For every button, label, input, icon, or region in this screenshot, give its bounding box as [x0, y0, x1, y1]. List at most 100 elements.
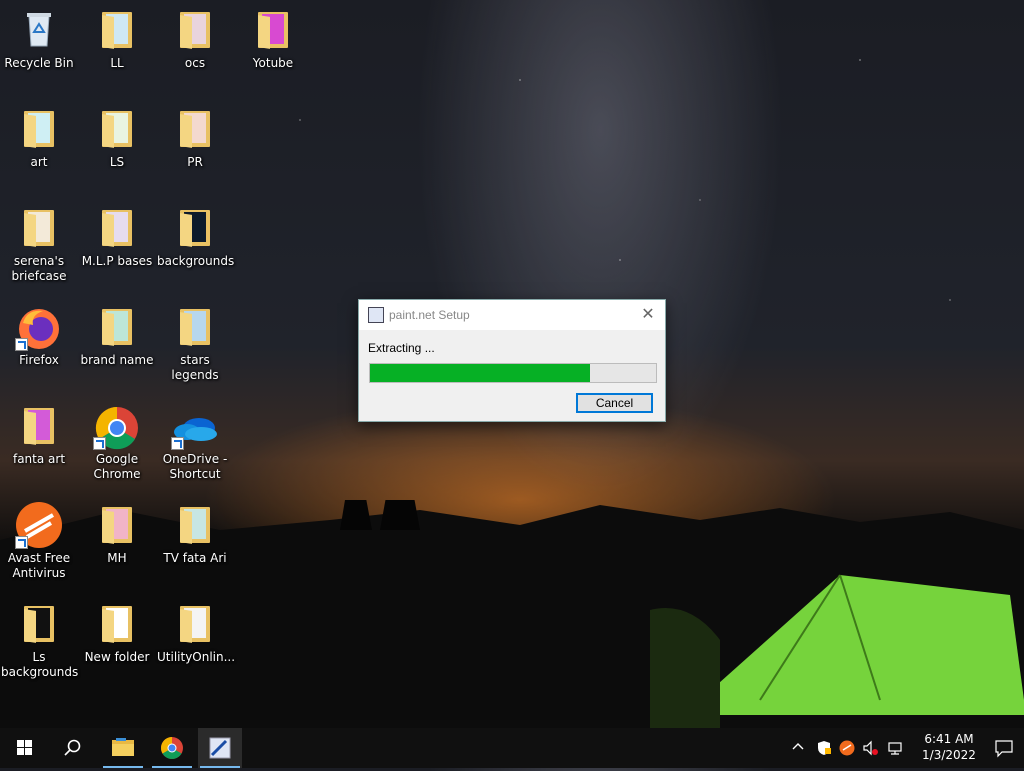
search-icon	[64, 739, 81, 756]
desktop-icon-ls-backgrounds[interactable]: Ls backgrounds	[1, 604, 79, 680]
chevron-up-icon[interactable]	[791, 740, 805, 757]
chrome-icon	[161, 737, 183, 759]
windows-logo-icon	[17, 740, 32, 755]
folder-icon	[19, 604, 59, 644]
notification-center-button[interactable]	[984, 728, 1024, 768]
folder-icon	[19, 109, 59, 149]
setup-dialog[interactable]: paint.net Setup ✕ Extracting ... Cancel	[358, 299, 666, 422]
desktop-icon-label: Ls backgrounds	[1, 650, 79, 679]
shortcut-arrow-icon	[15, 536, 28, 549]
desktop-icon-label: Yotube	[252, 56, 294, 70]
desktop-icon-mh[interactable]: MH	[79, 505, 155, 566]
clock-time: 6:41 AM	[924, 732, 974, 746]
desktop-icon-label: LS	[109, 155, 125, 169]
desktop-icon-ls[interactable]: LS	[79, 109, 155, 170]
shortcut-arrow-icon	[171, 437, 184, 450]
folder-icon	[97, 307, 137, 347]
paint-net-setup-icon	[209, 737, 231, 759]
desktop-icon-label: OneDrive - Shortcut	[162, 452, 228, 481]
desktop-icon-fanta-art[interactable]: fanta art	[1, 406, 77, 467]
shortcut-arrow-icon	[15, 338, 28, 351]
desktop-icon-label: PR	[187, 155, 203, 169]
desktop-icon-utilityonline[interactable]: UtilityOnlin...	[157, 604, 236, 665]
desktop-icon-tv-fata-ari[interactable]: TV fata Ari	[157, 505, 233, 566]
desktop-icon-label: brand name	[80, 353, 154, 367]
folder-icon	[97, 10, 137, 50]
desktop-icon-avast[interactable]: Avast Free Antivirus	[1, 502, 77, 581]
file-explorer-icon	[112, 738, 134, 756]
desktop-icon-label: art	[30, 155, 48, 169]
recycle-bin-icon	[19, 10, 59, 50]
desktop-icon-mlp-bases[interactable]: M.L.P bases	[79, 208, 155, 269]
paint-net-setup-icon	[368, 307, 384, 323]
progress-fill	[370, 364, 591, 382]
folder-icon	[175, 109, 215, 149]
desktop-icon-new-folder[interactable]: New folder	[79, 604, 155, 665]
network-icon[interactable]	[887, 740, 903, 759]
start-button[interactable]	[2, 728, 46, 768]
folder-icon	[175, 307, 215, 347]
desktop-icon-art[interactable]: art	[1, 109, 77, 170]
desktop-icon-pr[interactable]: PR	[157, 109, 233, 170]
desktop-icon-label: LL	[110, 56, 124, 70]
security-icon[interactable]	[816, 740, 832, 759]
cancel-button[interactable]: Cancel	[576, 393, 653, 413]
folder-icon	[97, 505, 137, 545]
folder-icon	[19, 406, 59, 446]
desktop-icon-label: fanta art	[12, 452, 66, 466]
avast-icon[interactable]	[839, 740, 855, 759]
taskbar-chrome[interactable]	[150, 728, 194, 768]
status-text: Extracting ...	[368, 341, 435, 355]
desktop-icon-ll[interactable]: LL	[79, 10, 155, 71]
desktop-icon-label: ocs	[184, 56, 206, 70]
desktop-icon-yotube[interactable]: Yotube	[235, 10, 311, 71]
desktop-icon-label: UtilityOnlin...	[157, 650, 236, 664]
folder-icon	[175, 208, 215, 248]
dialog-title: paint.net Setup	[389, 308, 470, 322]
volume-muted-icon[interactable]	[862, 740, 878, 759]
dialog-titlebar[interactable]: paint.net Setup ✕	[359, 300, 665, 330]
desktop-icon-firefox[interactable]: Firefox	[1, 307, 77, 368]
desktop-icon-label: backgrounds	[157, 254, 235, 268]
search-button[interactable]	[50, 728, 94, 768]
folder-icon	[175, 604, 215, 644]
chrome-icon	[93, 406, 138, 450]
folder-icon	[175, 505, 215, 545]
taskbar: 6:41 AM 1/3/2022	[0, 728, 1024, 768]
desktop-icon-label: MH	[107, 551, 127, 565]
clock[interactable]: 6:41 AM 1/3/2022	[914, 731, 984, 763]
desktop-icon-onedrive-shortcut[interactable]: OneDrive - Shortcut	[157, 406, 233, 482]
desktop-icon-serenas-briefcase[interactable]: serena's briefcase	[1, 208, 77, 284]
taskbar-file-explorer[interactable]	[101, 728, 145, 768]
desktop-icon-label: TV fata Ari	[163, 551, 227, 565]
firefox-icon	[15, 307, 59, 351]
desktop-icon-ocs[interactable]: ocs	[157, 10, 233, 71]
folder-icon	[97, 208, 137, 248]
folder-icon	[19, 208, 59, 248]
desktop-icon-backgrounds[interactable]: backgrounds	[157, 208, 235, 269]
onedrive-icon	[171, 406, 217, 450]
desktop-icon-google-chrome[interactable]: Google Chrome	[79, 406, 155, 482]
folder-icon	[97, 604, 137, 644]
desktop-icon-recycle-bin[interactable]: Recycle Bin	[1, 10, 77, 71]
avast-icon	[15, 502, 62, 549]
clock-date: 1/3/2022	[922, 748, 976, 762]
notification-icon	[995, 740, 1013, 758]
folder-icon	[253, 10, 293, 50]
desktop-icon-label: Avast Free Antivirus	[7, 551, 71, 580]
desktop-icon-label: Google Chrome	[93, 452, 141, 481]
close-icon[interactable]: ✕	[637, 304, 659, 324]
shortcut-arrow-icon	[93, 437, 106, 450]
desktop-icon-stars-legends[interactable]: stars legends	[157, 307, 233, 383]
desktop-icon-label: stars legends	[171, 353, 219, 382]
desktop-icon-label: New folder	[84, 650, 150, 664]
folder-icon	[175, 10, 215, 50]
desktop-icon-label: serena's briefcase	[11, 254, 67, 283]
desktop-icon-label: Recycle Bin	[4, 56, 74, 70]
desktop-icon-label: Firefox	[19, 353, 59, 367]
desktop-icon-brand-name[interactable]: brand name	[79, 307, 155, 368]
progress-bar	[369, 363, 657, 383]
desktop[interactable]: Recycle Bin art serena's briefcase Firef…	[0, 0, 1024, 728]
desktop-icon-label: M.L.P bases	[81, 254, 153, 268]
taskbar-paint-net-setup[interactable]	[198, 728, 242, 768]
